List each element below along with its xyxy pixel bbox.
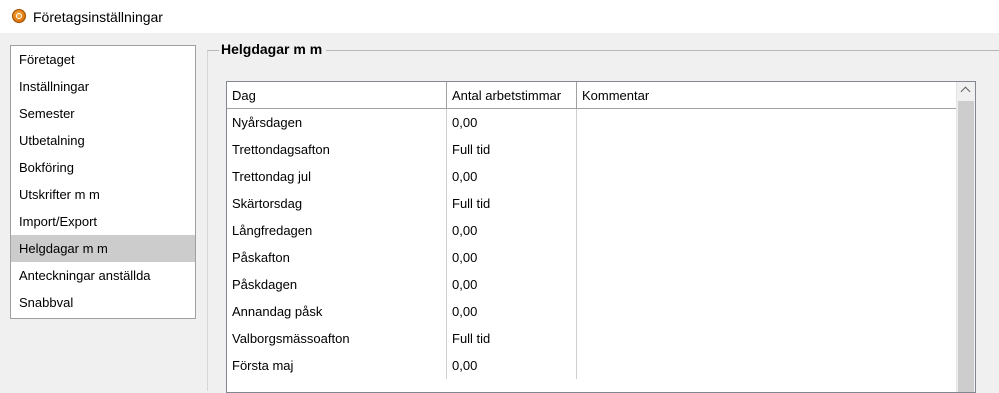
settings-nav-list[interactable]: Företaget Inställningar Semester Utbetal…	[10, 45, 196, 319]
day-cell[interactable]: Valborgsmässoafton	[227, 325, 447, 352]
grid-header: Dag Antal arbetstimmar Kommentar	[227, 82, 957, 109]
day-cell[interactable]: Skärtorsdag	[227, 190, 447, 217]
nav-item-foretaget[interactable]: Företaget	[11, 46, 195, 73]
table-row[interactable]: Trettondagsafton Full tid	[227, 136, 957, 163]
day-cell[interactable]: Annandag påsk	[227, 298, 447, 325]
comment-cell[interactable]	[577, 109, 957, 136]
nav-item-bokforing[interactable]: Bokföring	[11, 154, 195, 181]
column-header-day[interactable]: Dag	[227, 82, 447, 108]
grid-rows: Nyårsdagen 0,00 Trettondagsafton Full tid Tr…	[227, 109, 957, 379]
nav-item-semester[interactable]: Semester	[11, 100, 195, 127]
comment-cell[interactable]	[577, 325, 957, 352]
hours-cell[interactable]: Full tid	[447, 190, 577, 217]
section-title: Helgdagar m m	[219, 41, 327, 57]
column-header-hours[interactable]: Antal arbetstimmar	[447, 82, 577, 108]
table-row[interactable]: Annandag påsk 0,00	[227, 298, 957, 325]
hours-cell[interactable]: 0,00	[447, 298, 577, 325]
comment-cell[interactable]	[577, 163, 957, 190]
nav-item-anteckningar[interactable]: Anteckningar anställda	[11, 262, 195, 289]
nav-item-utskrifter[interactable]: Utskrifter m m	[11, 181, 195, 208]
hours-cell[interactable]: Full tid	[447, 136, 577, 163]
vertical-scrollbar[interactable]	[956, 82, 975, 392]
comment-cell[interactable]	[577, 271, 957, 298]
day-cell[interactable]: Första maj	[227, 352, 447, 379]
nav-item-installningar[interactable]: Inställningar	[11, 73, 195, 100]
comment-cell[interactable]	[577, 136, 957, 163]
scroll-up-arrow-icon[interactable]	[957, 82, 975, 100]
day-cell[interactable]: Påskafton	[227, 244, 447, 271]
title-bar: Företagsinställningar	[0, 0, 999, 33]
nav-item-import-export[interactable]: Import/Export	[11, 208, 195, 235]
comment-cell[interactable]	[577, 244, 957, 271]
day-cell[interactable]: Trettondag jul	[227, 163, 447, 190]
day-cell[interactable]: Trettondagsafton	[227, 136, 447, 163]
table-row[interactable]: Skärtorsdag Full tid	[227, 190, 957, 217]
nav-item-helgdagar[interactable]: Helgdagar m m	[11, 235, 195, 262]
table-row[interactable]: Valborgsmässoafton Full tid	[227, 325, 957, 352]
day-cell[interactable]: Långfredagen	[227, 217, 447, 244]
comment-cell[interactable]	[577, 190, 957, 217]
table-row[interactable]: Första maj 0,00	[227, 352, 957, 379]
comment-cell[interactable]	[577, 298, 957, 325]
comment-cell[interactable]	[577, 352, 957, 379]
scroll-thumb[interactable]	[958, 101, 974, 392]
nav-item-snabbval[interactable]: Snabbval	[11, 289, 195, 316]
table-row[interactable]: Påskafton 0,00	[227, 244, 957, 271]
table-row[interactable]: Trettondag jul 0,00	[227, 163, 957, 190]
comment-cell[interactable]	[577, 217, 957, 244]
table-row[interactable]: Nyårsdagen 0,00	[227, 109, 957, 136]
table-row[interactable]: Långfredagen 0,00	[227, 217, 957, 244]
table-row[interactable]: Påskdagen 0,00	[227, 271, 957, 298]
hours-cell[interactable]: 0,00	[447, 217, 577, 244]
nav-item-utbetalning[interactable]: Utbetalning	[11, 127, 195, 154]
window-title: Företagsinställningar	[33, 9, 163, 25]
hours-cell[interactable]: 0,00	[447, 163, 577, 190]
column-header-comment[interactable]: Kommentar	[577, 82, 957, 108]
hours-cell[interactable]: 0,00	[447, 109, 577, 136]
hours-cell[interactable]: Full tid	[447, 325, 577, 352]
holidays-grid[interactable]: Dag Antal arbetstimmar Kommentar Nyårsda…	[226, 81, 976, 393]
hours-cell[interactable]: 0,00	[447, 271, 577, 298]
day-cell[interactable]: Påskdagen	[227, 271, 447, 298]
hours-cell[interactable]: 0,00	[447, 244, 577, 271]
hours-cell[interactable]: 0,00	[447, 352, 577, 379]
day-cell[interactable]: Nyårsdagen	[227, 109, 447, 136]
app-logo-icon	[12, 9, 26, 23]
